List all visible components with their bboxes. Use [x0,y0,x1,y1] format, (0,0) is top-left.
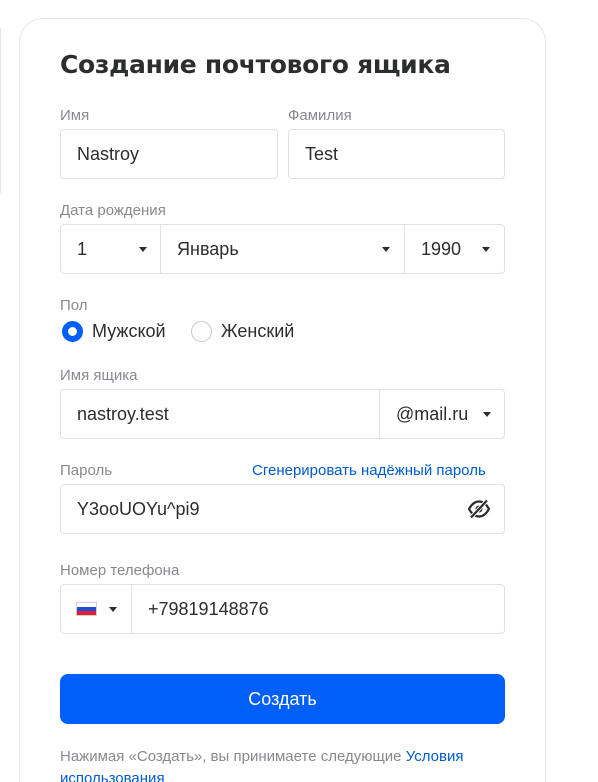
phone-label: Номер телефона [60,562,180,579]
mailbox-value: nastroy.test [77,403,169,424]
year-value: 1990 [421,238,462,259]
day-select[interactable]: 1 [61,225,161,273]
first-name-label: Имя [60,107,90,124]
phone-group: +79819148876 [60,584,505,634]
radio-unchecked-icon [191,321,212,342]
russia-flag-icon [76,602,97,616]
page-title: Создание почтового ящика [60,50,451,79]
create-button[interactable]: Создать [60,674,505,724]
terms-notice: Нажимая «Создать», вы принимаете следующ… [60,746,505,782]
phone-input[interactable]: +79819148876 [132,585,504,633]
birth-date-label: Дата рождения [60,202,166,219]
first-name-field[interactable]: Nastroy [60,129,278,179]
gender-female-label: Женский [221,321,295,341]
gender-label: Пол [60,297,88,314]
year-select[interactable]: 1990 [405,225,504,273]
chevron-down-icon [482,247,490,252]
background-panel-edge [0,28,1,193]
country-select[interactable] [61,585,131,633]
eye-slash-icon[interactable] [467,499,491,519]
last-name-field[interactable]: Test [288,129,505,179]
domain-value: @mail.ru [396,403,469,424]
chevron-down-icon [139,247,147,252]
day-value: 1 [77,238,88,259]
generate-password-link[interactable]: Сгенерировать надёжный пароль [252,462,486,479]
gender-male-label: Мужской [92,321,166,341]
chevron-down-icon [483,412,491,417]
last-name-value: Test [305,143,339,164]
terms-text: Нажимая «Создать», вы принимаете следующ… [60,748,406,765]
password-value: Y3ooUOYu^pi9 [77,498,200,519]
last-name-label: Фамилия [288,107,352,124]
mailbox-input[interactable]: nastroy.test [61,390,379,438]
password-label: Пароль [60,462,113,479]
month-value: Январь [177,238,239,259]
gender-female-radio[interactable]: Женский [191,321,294,342]
month-select[interactable]: Январь [161,225,405,273]
gender-male-radio[interactable]: Мужской [62,321,166,342]
birth-date-group: 1 Январь 1990 [60,224,505,274]
radio-checked-icon [62,321,83,342]
phone-value: +79819148876 [148,598,269,619]
domain-select[interactable]: @mail.ru [380,390,504,438]
mailbox-label: Имя ящика [60,367,138,384]
first-name-value: Nastroy [77,143,140,164]
chevron-down-icon [382,247,390,252]
chevron-down-icon [109,607,117,612]
password-field[interactable]: Y3ooUOYu^pi9 [60,484,505,534]
mailbox-group: nastroy.test @mail.ru [60,389,505,439]
